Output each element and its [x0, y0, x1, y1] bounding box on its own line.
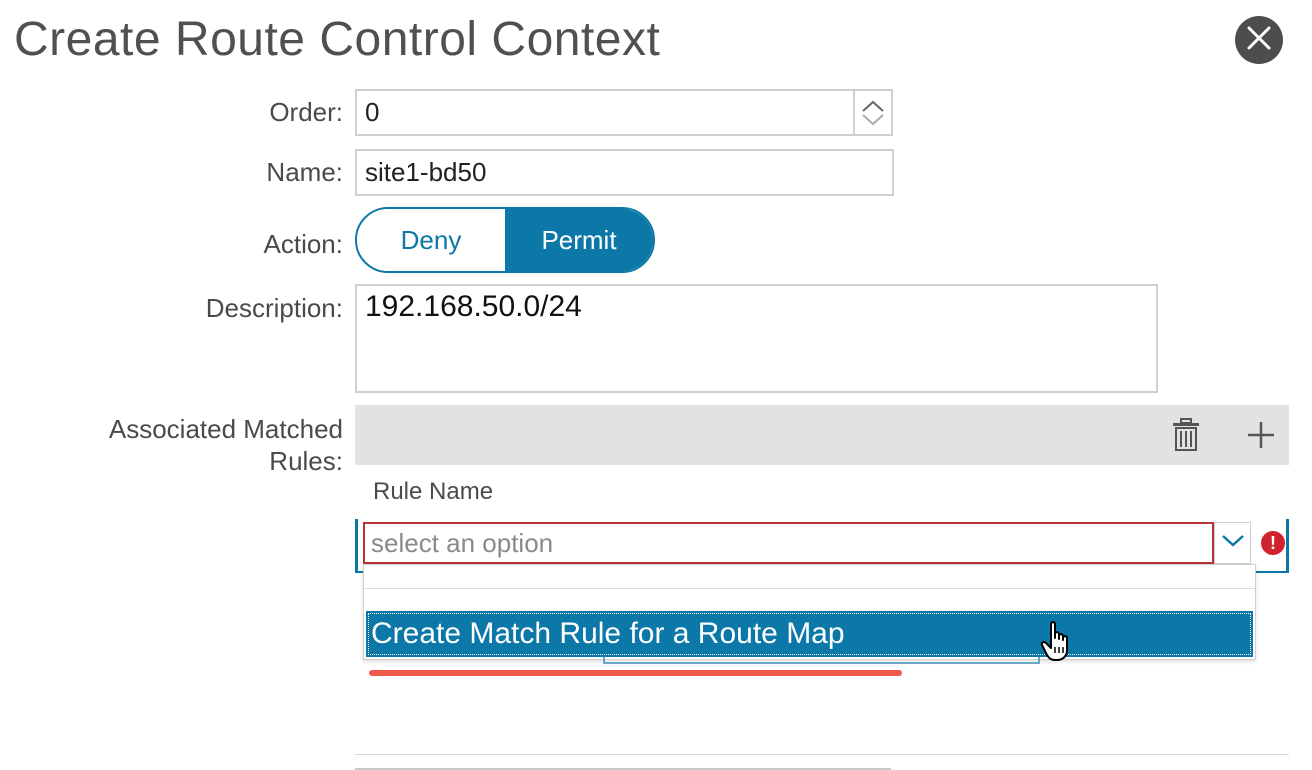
divider: [355, 754, 1289, 755]
chevron-down-icon[interactable]: [861, 113, 885, 127]
name-input[interactable]: site1-bd50: [355, 149, 894, 196]
rule-name-dropdown-list: Create Match Rule for a Route Map: [363, 564, 1256, 660]
matched-rules-label-line2: Rules:: [269, 446, 343, 476]
action-label: Action:: [263, 229, 344, 259]
trash-icon[interactable]: [1168, 417, 1204, 453]
name-label: Name:: [266, 157, 343, 187]
rule-name-select[interactable]: select an option: [363, 522, 1214, 564]
close-icon: [1246, 25, 1272, 56]
close-button[interactable]: [1235, 16, 1283, 64]
matched-rules-label-line1: Associated Matched: [108, 414, 343, 444]
dropdown-option-create-match-rule[interactable]: Create Match Rule for a Route Map: [366, 611, 1253, 657]
underlying-button-edge: [603, 656, 1040, 664]
rule-name-column-header: Rule Name: [373, 478, 494, 505]
matched-rules-toolbar: [355, 405, 1289, 465]
description-label: Description:: [205, 293, 343, 323]
dialog-title: Create Route Control Context: [14, 13, 661, 66]
exclamation-icon: !: [1261, 531, 1285, 555]
select-dropdown-toggle[interactable]: [1214, 522, 1251, 564]
chevron-up-icon[interactable]: [861, 99, 885, 113]
order-label: Order:: [269, 97, 343, 127]
order-stepper[interactable]: [854, 89, 893, 136]
dropdown-empty-option[interactable]: [364, 565, 1255, 589]
action-deny-option[interactable]: Deny: [357, 209, 505, 271]
create-route-control-context-dialog: Create Route Control Context Order: 0 Na…: [0, 0, 1312, 770]
highlight-underline: [369, 670, 902, 676]
chevron-down-icon: [1221, 534, 1245, 553]
action-permit-option[interactable]: Permit: [505, 209, 653, 271]
plus-icon[interactable]: [1243, 417, 1279, 453]
hand-pointer-cursor-icon: [1040, 620, 1076, 669]
description-textarea[interactable]: 192.168.50.0/24: [355, 284, 1158, 393]
action-toggle: Deny Permit: [355, 207, 655, 273]
order-input[interactable]: 0: [355, 89, 855, 136]
